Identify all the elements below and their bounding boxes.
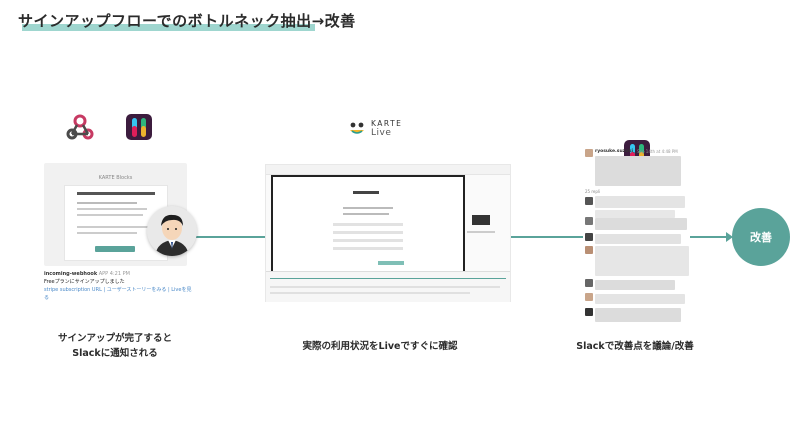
thread-replies: 25 repli bbox=[585, 189, 601, 194]
connector-3-improve bbox=[690, 236, 728, 238]
connector-2-3 bbox=[509, 236, 583, 238]
step2-caption: 実際の利用状況をLiveですぐに確認 bbox=[302, 341, 458, 352]
thread-user: ryosuke.suzuki_ bbox=[595, 149, 636, 154]
step3-caption: Slackで改善点を議論/改善 bbox=[576, 341, 694, 352]
page-title: サインアップフローでのボトルネック抽出→改善 bbox=[18, 12, 356, 30]
webhook-icon bbox=[66, 113, 94, 141]
session-timeline bbox=[266, 271, 510, 302]
notification-sender: incoming-webhook bbox=[44, 271, 98, 277]
slack-icon bbox=[126, 114, 152, 140]
karte-live-logo: KARTE Live bbox=[348, 119, 402, 138]
improve-badge: 改善 bbox=[732, 208, 790, 266]
app-tag: APP bbox=[98, 271, 109, 277]
step1-caption-line1: サインアップが完了すると bbox=[57, 333, 172, 344]
notification-message: Freeプランにサインアップしました bbox=[44, 279, 125, 285]
karte-live-screenshot bbox=[265, 164, 511, 302]
thread-time: Sep 14th at 4:48 PM bbox=[637, 149, 678, 154]
notification-time: 4:21 PM bbox=[109, 271, 130, 277]
connector-1-2 bbox=[196, 236, 266, 238]
step1-caption: サインアップが完了すると Slackに通知される bbox=[40, 331, 190, 361]
title-block: サインアップフローでのボトルネック抽出→改善 bbox=[18, 10, 356, 31]
karte-face-icon bbox=[350, 122, 364, 134]
notification-links[interactable]: stripe subscription URL | ユーザーストーリーをみる |… bbox=[44, 286, 194, 302]
slack-thread-screenshot: ryosuke.suzuki_ Sep 14th at 4:48 PM 25 r… bbox=[583, 146, 691, 326]
slack-notification: incoming-webhook APP 4:21 PM Freeプランにサイン… bbox=[44, 270, 194, 302]
live-wordmark: Live bbox=[371, 128, 392, 138]
card-brand: KARTE Blocks bbox=[98, 175, 133, 181]
step1-caption-line2: Slackに通知される bbox=[72, 348, 158, 359]
live-session-browser bbox=[271, 175, 465, 275]
avatar-icon bbox=[147, 206, 197, 256]
karte-wordmark: KARTE bbox=[371, 119, 403, 128]
